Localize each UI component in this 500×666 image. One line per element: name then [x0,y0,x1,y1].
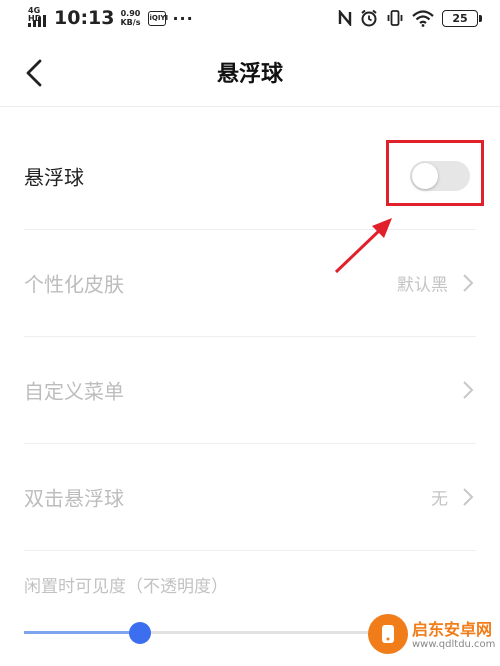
idle-opacity-slider[interactable] [24,622,374,644]
double-tap-label: 双击悬浮球 [24,486,124,511]
more-notifications-icon: ··· [172,8,194,28]
status-time: 10:13 [54,7,115,29]
watermark: 启东安卓网 www.qdltdu.com [368,610,496,660]
title-bar: 悬浮球 [0,36,500,107]
double-tap-row[interactable]: 双击悬浮球 无 [24,444,476,551]
watermark-url: www.qdltdu.com [412,639,496,650]
page-title: 悬浮球 [216,62,283,87]
chevron-right-icon [463,381,474,399]
idle-opacity-label: 闲置时可见度（不透明度） [24,577,228,597]
double-tap-value: 无 [431,489,448,510]
signal-icon: 4G HD [26,7,50,29]
slider-thumb[interactable] [128,622,151,644]
network-speed: 0.90 KB/s [120,9,141,27]
battery-indicator: 25 [442,9,482,27]
watermark-text: 启东安卓网 [412,620,493,639]
skin-label: 个性化皮肤 [24,272,124,297]
annotation-arrow-icon [334,218,392,274]
status-bar: 4G HD 10:13 0.90 KB/s iQIYI ··· 25 [0,0,500,36]
custom-menu-row[interactable]: 自定义菜单 [24,337,476,444]
alarm-icon [361,9,377,27]
highlight-box [386,140,484,206]
watermark-logo-icon [368,614,408,654]
chevron-right-icon [463,274,474,292]
wifi-icon [412,9,434,27]
skin-row[interactable]: 个性化皮肤 默认黑 [24,230,476,337]
skin-value: 默认黑 [397,275,448,296]
chevron-right-icon [463,488,474,506]
floating-ball-label: 悬浮球 [24,165,84,190]
vibrate-icon [387,10,403,26]
slider-fill [24,631,140,634]
nfc-icon [338,10,352,26]
iqiyi-icon: iQIYI [148,10,168,26]
custom-menu-label: 自定义菜单 [24,379,124,404]
